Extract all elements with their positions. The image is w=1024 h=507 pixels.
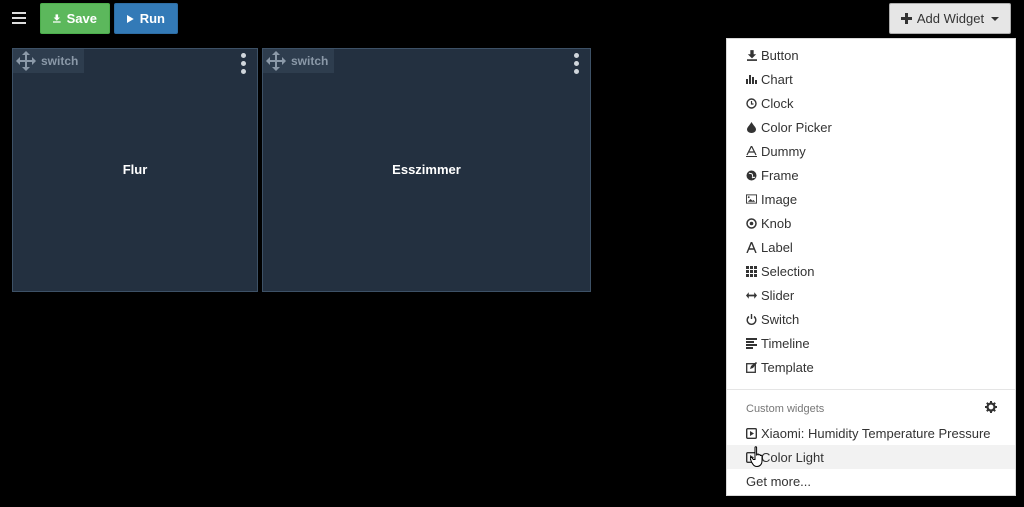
- menu-item-label: Switch: [761, 311, 800, 327]
- menu-item-color-light[interactable]: Color Light: [727, 445, 1015, 469]
- menu-divider: [727, 389, 1015, 390]
- bar-chart-icon: [746, 74, 757, 85]
- menu-item-label: Frame: [761, 167, 799, 183]
- menu-item-label: Dummy: [761, 143, 806, 159]
- menu-item-label: Color Light: [761, 449, 824, 465]
- menu-item-label: Clock: [761, 95, 794, 111]
- switch-widget-flur[interactable]: switch Flur: [12, 48, 258, 292]
- menu-item-get-more[interactable]: Get more...: [727, 469, 1015, 493]
- add-widget-button[interactable]: Add Widget: [889, 3, 1011, 34]
- image-icon: [746, 194, 757, 205]
- run-label: Run: [139, 11, 165, 26]
- menu-item-label: Get more...: [746, 473, 812, 489]
- menu-item-color-picker[interactable]: Color Picker: [727, 115, 1015, 139]
- menu-item-label: Template: [761, 359, 814, 375]
- play-icon: [127, 14, 134, 23]
- hand-cursor-icon: [750, 446, 763, 468]
- menu-hamburger-icon[interactable]: [12, 10, 26, 24]
- run-button[interactable]: Run: [114, 3, 178, 34]
- resize-horizontal-icon: [746, 290, 757, 301]
- menu-item-label: Color Picker: [761, 119, 832, 135]
- menu-item-label: Selection: [761, 263, 815, 279]
- menu-item-label: Xiaomi: Humidity Temperature Pressure: [761, 425, 991, 441]
- menu-item-label[interactable]: Label: [727, 235, 1015, 259]
- menu-item-dummy[interactable]: Dummy: [727, 139, 1015, 163]
- gear-icon[interactable]: [985, 401, 997, 416]
- letter-icon: [746, 241, 757, 253]
- menu-item-label: Knob: [761, 215, 792, 231]
- knob-icon: [746, 217, 757, 229]
- menu-item-slider[interactable]: Slider: [727, 283, 1015, 307]
- menu-item-selection[interactable]: Selection: [727, 259, 1015, 283]
- edit-icon: [746, 361, 757, 373]
- move-icon: [16, 51, 36, 71]
- widget-label: Esszimmer: [392, 162, 461, 177]
- widget-type-label: switch: [291, 54, 329, 68]
- save-label: Save: [66, 11, 97, 26]
- menu-item-button[interactable]: Button: [727, 43, 1015, 67]
- menu-item-xiaomi[interactable]: Xiaomi: Humidity Temperature Pressure: [727, 421, 1015, 445]
- widget-type-label: switch: [41, 54, 79, 68]
- menu-item-label-text: Label: [761, 239, 793, 255]
- download-icon: [53, 14, 61, 23]
- add-widget-dropdown: Button Chart Clock Color Picker Dummy Fr…: [726, 38, 1016, 496]
- grid-icon: [746, 265, 757, 277]
- menu-item-label: Slider: [761, 287, 795, 303]
- menu-item-label: Chart: [761, 71, 793, 87]
- menu-item-timeline[interactable]: Timeline: [727, 331, 1015, 355]
- drop-icon: [746, 121, 757, 133]
- save-button[interactable]: Save: [40, 3, 110, 34]
- text-underline-icon: [746, 145, 757, 157]
- menu-item-label: Timeline: [761, 335, 810, 351]
- globe-icon: [746, 170, 757, 181]
- menu-item-label: Button: [761, 47, 799, 63]
- play-box-icon: [746, 427, 757, 439]
- more-vertical-icon[interactable]: [574, 53, 580, 77]
- switch-widget-esszimmer[interactable]: switch Esszimmer: [262, 48, 591, 292]
- timeline-icon: [746, 337, 757, 349]
- widget-drag-handle[interactable]: switch: [263, 49, 335, 73]
- move-icon: [266, 51, 286, 71]
- power-icon: [746, 313, 757, 325]
- download-icon: [746, 49, 757, 61]
- menu-item-template[interactable]: Template: [727, 355, 1015, 379]
- menu-item-label: Image: [761, 191, 798, 207]
- more-vertical-icon[interactable]: [241, 53, 247, 77]
- clock-icon: [746, 97, 757, 109]
- widget-drag-handle[interactable]: switch: [13, 49, 85, 73]
- add-widget-label: Add Widget: [916, 11, 985, 26]
- widget-label: Flur: [122, 162, 148, 177]
- menu-item-frame[interactable]: Frame: [727, 163, 1015, 187]
- caret-down-icon: [991, 16, 1000, 21]
- custom-widgets-header: Custom widgets: [746, 403, 825, 415]
- menu-item-clock[interactable]: Clock: [727, 91, 1015, 115]
- menu-item-switch[interactable]: Switch: [727, 307, 1015, 331]
- menu-item-image[interactable]: Image: [727, 187, 1015, 211]
- menu-item-knob[interactable]: Knob: [727, 211, 1015, 235]
- menu-item-chart[interactable]: Chart: [727, 67, 1015, 91]
- plus-icon: [900, 13, 912, 24]
